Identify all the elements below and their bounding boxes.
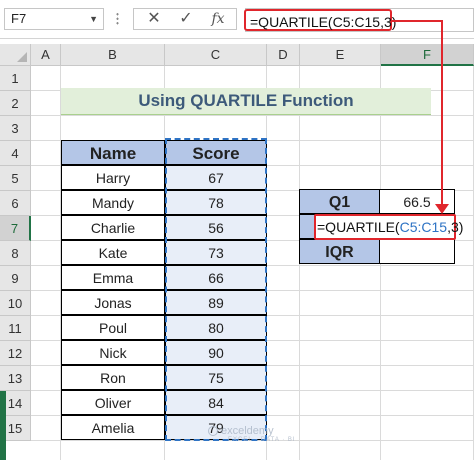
name-cell[interactable]: Mandy [61,190,165,215]
column-header[interactable]: E [300,44,381,66]
q1-label-cell[interactable]: Q1 [299,189,380,214]
score-cell[interactable]: 78 [165,190,267,215]
row-header[interactable]: 5 [0,166,31,191]
column-header[interactable]: B [61,44,165,66]
name-cell[interactable]: Oliver [61,390,165,415]
row-header[interactable]: 8 [0,241,31,266]
row-header[interactable]: 2 [0,91,31,116]
formula-buttons: ✕ ✓ fx [133,8,237,30]
row-header[interactable]: 11 [0,316,31,341]
watermark: exceldemy EXCEL · DATA · BI [208,425,295,443]
watermark-brand: exceldemy [221,425,274,437]
row-header[interactable]: 6 [0,191,31,216]
name-cell[interactable]: Harry [61,165,165,190]
active-cell-editor[interactable]: =QUARTILE(C5:C15,3) [314,214,463,240]
name-cell[interactable]: Nick [61,340,165,365]
annotation-arrow-line [441,20,443,208]
row-header[interactable]: 9 [0,266,31,291]
row-header[interactable]: 7 [0,216,31,241]
iqr-value-cell[interactable] [379,239,455,264]
status-accent [0,391,6,460]
score-cell[interactable]: 75 [165,365,267,390]
name-cell[interactable]: Jonas [61,290,165,315]
row-header[interactable]: 1 [0,66,31,91]
name-cell[interactable]: Charlie [61,215,165,240]
select-all-triangle-icon [17,52,27,62]
score-cell[interactable]: 73 [165,240,267,265]
score-cell[interactable]: 66 [165,265,267,290]
name-box[interactable]: F7 ▼ [4,8,104,30]
formula-text[interactable]: =QUARTILE(C5:C15,3) [244,9,396,31]
row-header[interactable]: 12 [0,341,31,366]
name-cell[interactable]: Ron [61,365,165,390]
select-all-corner[interactable] [0,44,31,66]
row-header[interactable]: 13 [0,366,31,391]
exceldemy-logo-icon [208,426,218,437]
name-cell[interactable]: Emma [61,265,165,290]
score-cell[interactable]: 89 [165,290,267,315]
iqr-label-cell[interactable]: IQR [299,239,380,264]
name-cell[interactable]: Kate [61,240,165,265]
enter-icon[interactable]: ✓ [174,9,198,29]
column-header[interactable]: C [165,44,267,66]
sheet-title: Using QUARTILE Function [138,91,354,110]
drag-handle-icon[interactable] [116,12,119,26]
cancel-icon[interactable]: ✕ [142,9,166,29]
gridline [31,115,474,116]
column-header[interactable]: D [267,44,300,66]
score-column-header[interactable]: Score [165,140,267,165]
name-column-header[interactable]: Name [61,140,165,165]
row-header[interactable]: 4 [0,141,31,166]
score-cell[interactable]: 56 [165,215,267,240]
score-cell[interactable]: 84 [165,390,267,415]
score-cell[interactable]: 67 [165,165,267,190]
name-box-value: F7 [11,11,27,26]
formula-suffix: ,3) [447,219,464,235]
formula-prefix: =QUARTILE( [317,219,400,235]
row-header[interactable]: 3 [0,116,31,141]
score-cell[interactable]: 90 [165,340,267,365]
watermark-tagline: EXCEL · DATA · BI [228,437,296,443]
column-header[interactable]: A [31,44,61,66]
arrow-down-icon [435,204,449,214]
annotation-arrow-line [392,20,442,22]
score-cell[interactable]: 80 [165,315,267,340]
chevron-down-icon[interactable]: ▼ [89,9,98,29]
column-header[interactable]: F [381,44,474,66]
formula-range-ref: C5:C15 [399,219,448,235]
name-cell[interactable]: Poul [61,315,165,340]
insert-function-icon[interactable]: fx [206,9,230,29]
row-header[interactable]: 10 [0,291,31,316]
name-cell[interactable]: Amelia [61,415,165,440]
